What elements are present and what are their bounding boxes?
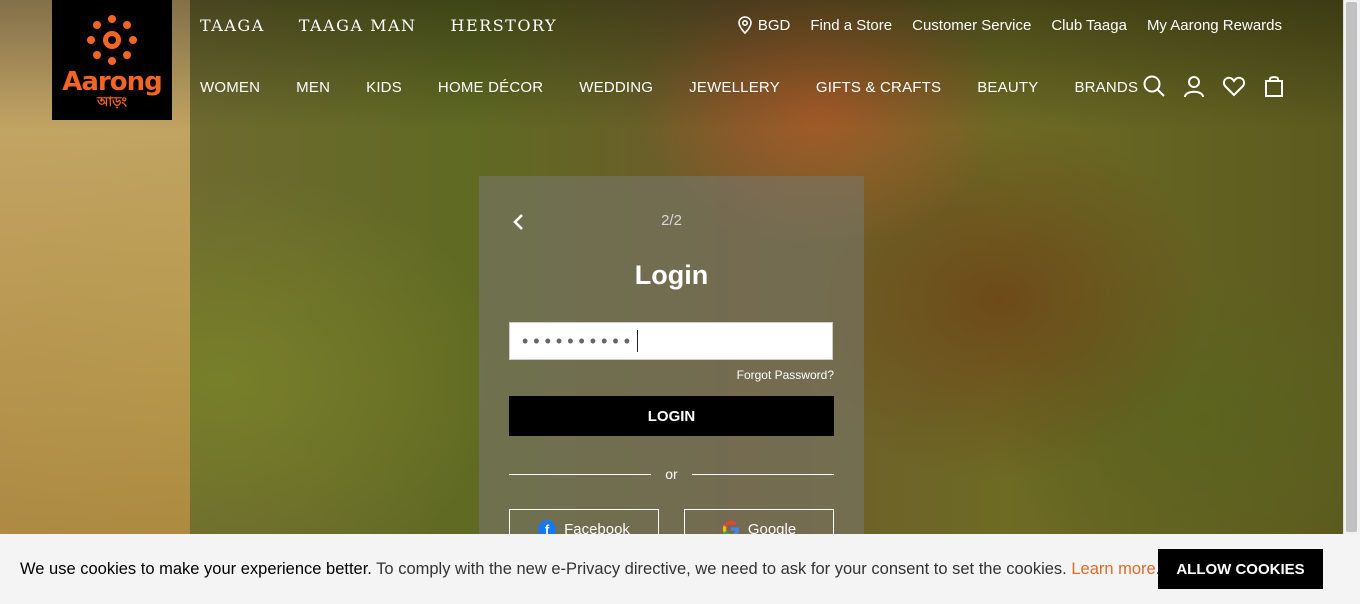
brand-logo[interactable]: Aarong আড়ং [52,0,172,120]
main-nav: WOMEN MEN KIDS HOME DÉCOR WEDDING JEWELL… [200,79,1138,96]
nav-gifts-crafts[interactable]: GIFTS & CRAFTS [816,79,941,96]
login-title: Login [634,260,709,290]
nav-beauty[interactable]: BEAUTY [977,79,1038,96]
cart-icon[interactable] [1262,74,1286,98]
logo-wordmark: Aarong [62,67,162,97]
cookie-body: To comply with the new e-Privacy directi… [371,560,1072,578]
header-icons [1142,74,1286,98]
logo-wordmark-bangla: আড়ং [96,94,128,109]
link-aarong-rewards[interactable]: My Aarong Rewards [1147,17,1282,34]
page-scrollbar[interactable] [1343,0,1360,604]
nav-brands[interactable]: BRANDS [1074,79,1138,96]
aarong-logo-mark [87,15,137,65]
nav-men[interactable]: MEN [296,79,330,96]
nav-women[interactable]: WOMEN [200,79,260,96]
allow-cookies-button[interactable]: ALLOW COOKIES [1158,549,1323,589]
location-pin-icon [738,16,752,34]
sub-brand-nav: TAAGA TAAGA MAN HERSTORY [200,16,557,35]
cookie-message: We use cookies to make your experience b… [20,560,1160,579]
wishlist-icon[interactable] [1222,74,1246,98]
nav-kids[interactable]: KIDS [366,79,402,96]
login-button[interactable]: LOGIN [509,396,834,436]
nav-herstory[interactable]: HERSTORY [451,16,558,35]
password-value: •••••••••• [522,330,636,351]
link-club-taaga[interactable]: Club Taaga [1051,17,1127,34]
cookie-lead: We use cookies to make your experience b… [20,560,372,578]
scrollbar-thumb[interactable] [1346,2,1357,532]
nav-taaga[interactable]: TAAGA [200,16,265,35]
nav-home-decor[interactable]: HOME DÉCOR [438,79,543,96]
login-step-indicator: 2/2 [661,212,682,229]
utility-nav: BGD Find a Store Customer Service Club T… [738,16,1282,34]
search-icon[interactable] [1142,74,1166,98]
link-customer-service[interactable]: Customer Service [912,17,1031,34]
location-selector[interactable]: BGD [738,16,791,34]
forgot-password-link[interactable]: Forgot Password? [737,368,834,382]
cookie-learn-more-link[interactable]: Learn more [1071,560,1155,578]
or-divider: or [509,464,834,484]
location-label: BGD [757,16,791,34]
divider-line-left [509,473,651,475]
divider-line-right [691,473,834,475]
nav-taaga-man[interactable]: TAAGA MAN [299,16,417,35]
link-find-store[interactable]: Find a Store [810,17,892,34]
text-caret [637,330,639,352]
or-label: or [665,466,678,482]
nav-wedding[interactable]: WEDDING [579,79,653,96]
nav-jewellery[interactable]: JEWELLERY [689,79,780,96]
cookie-banner: We use cookies to make your experience b… [0,534,1360,604]
password-field[interactable]: •••••••••• [509,322,833,360]
account-icon[interactable] [1182,74,1206,98]
